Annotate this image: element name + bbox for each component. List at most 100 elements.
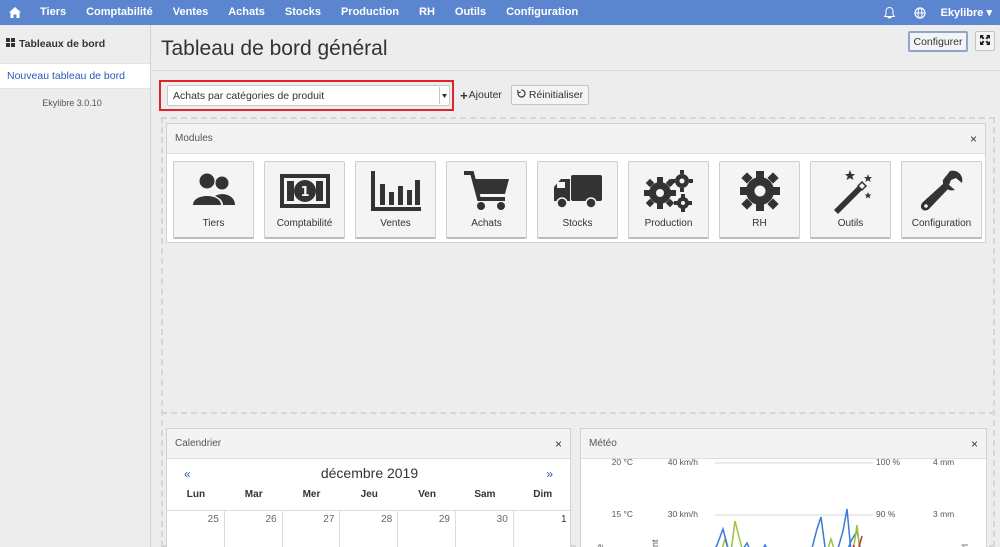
sidebar: Tableaux de bord Nouveau tableau de bord…	[0, 25, 151, 547]
module-label: Stocks	[562, 218, 593, 229]
svg-text:1: 1	[300, 185, 309, 200]
banknote-icon: 1	[279, 164, 331, 218]
modules-close-icon[interactable]: ×	[970, 133, 977, 145]
module-label: Comptabilité	[276, 218, 333, 229]
menu-rh[interactable]: RH	[409, 0, 445, 25]
module-outils[interactable]: Outils	[810, 161, 891, 239]
calendar-day-cell[interactable]: 29	[398, 511, 456, 547]
modules-header[interactable]: Modules ×	[167, 124, 985, 154]
weekday: Ven	[418, 489, 436, 500]
bell-icon[interactable]	[875, 0, 905, 25]
bar-chart-icon	[370, 164, 422, 218]
users-icon	[191, 164, 237, 218]
module-label: Production	[644, 218, 693, 229]
calendar-day-cell[interactable]: 25	[167, 511, 225, 547]
modules-title: Modules	[175, 133, 213, 144]
meteo-humidity-tick: 100 %	[876, 459, 901, 467]
calendar-header[interactable]: Calendrier ×	[167, 429, 570, 459]
cart-icon	[463, 164, 511, 218]
meteo-rain-tick: 4 mm	[933, 459, 954, 467]
module-label: RH	[752, 218, 767, 229]
reset-button[interactable]: Réinitialiser	[511, 85, 589, 105]
expand-icon	[980, 34, 990, 48]
calendar-day-cell[interactable]: 26	[225, 511, 283, 547]
meteo-series-line	[730, 520, 743, 547]
meteo-close-icon[interactable]: ×	[971, 438, 978, 450]
calendar-next-month[interactable]: »	[546, 467, 553, 481]
meteo-series-line	[714, 526, 729, 547]
app-version: Ekylibre 3.0.10	[42, 98, 102, 108]
add-button[interactable]: + Ajouter	[455, 85, 507, 105]
menu-ventes[interactable]: Ventes	[163, 0, 218, 25]
dashboard-row-separator	[161, 412, 995, 414]
menu-outils[interactable]: Outils	[445, 0, 496, 25]
cell-type-select[interactable]: Achats par catégories de produit	[167, 85, 450, 106]
globe-icon[interactable]	[905, 0, 935, 25]
calendar-day-cell[interactable]: 1	[514, 511, 572, 547]
module-stocks[interactable]: Stocks	[537, 161, 618, 239]
menu-achats[interactable]: Achats	[218, 0, 275, 25]
truck-icon	[553, 164, 603, 218]
module-label: Ventes	[380, 218, 411, 229]
user-menu[interactable]: Ekylibre ▾	[935, 6, 1000, 19]
meteo-temp-tick: 20 °C	[612, 459, 633, 467]
module-achats[interactable]: Achats	[446, 161, 527, 239]
module-rh[interactable]: RH	[719, 161, 800, 239]
meteo-header[interactable]: Météo ×	[581, 429, 986, 459]
module-label: Tiers	[202, 218, 225, 229]
configure-button[interactable]: Configurer	[908, 31, 968, 52]
select-caret-icon	[439, 87, 448, 104]
menu-stocks[interactable]: Stocks	[275, 0, 331, 25]
weekday: Mer	[302, 489, 321, 500]
menu-comptabilite[interactable]: Comptabilité	[76, 0, 163, 25]
navbar-right: Ekylibre ▾	[875, 0, 1000, 25]
calendar-day-cell[interactable]: 27	[283, 511, 341, 547]
top-navbar: Tiers Comptabilité Ventes Achats Stocks …	[0, 0, 1000, 25]
calendar-month-title: décembre 2019	[320, 465, 419, 481]
meteo-wind-tick: 30 km/h	[668, 509, 699, 519]
page-title: Tableau de bord général	[161, 37, 388, 60]
title-divider	[152, 70, 1000, 71]
reset-icon	[516, 89, 526, 101]
module-ventes[interactable]: Ventes	[355, 161, 436, 239]
meteo-series-line	[743, 541, 768, 547]
weekday: Lun	[186, 489, 206, 500]
meteo-title: Météo	[589, 438, 617, 449]
module-comptabilite[interactable]: 1 Comptabilité	[264, 161, 345, 239]
menu-production[interactable]: Production	[331, 0, 409, 25]
sidebar-header: Tableaux de bord	[0, 25, 150, 63]
main-content: Tableau de bord général Configurer Achat…	[152, 25, 1000, 547]
calendar-weekdays: Lun Mar Mer Jeu Ven Sam Dim	[167, 489, 572, 500]
home-icon[interactable]	[0, 0, 30, 25]
meteo-temp-tick: 15 °C	[612, 509, 633, 519]
dashboard-grid-icon	[6, 38, 15, 50]
user-name: Ekylibre	[940, 7, 984, 19]
magic-wand-icon	[828, 164, 874, 218]
module-configuration[interactable]: Configuration	[901, 161, 982, 239]
module-production[interactable]: Production	[628, 161, 709, 239]
meteo-panel: Météo × 20 °C 15 °C 40 km/h 30 km/h 100 …	[580, 428, 987, 547]
sidebar-header-label: Tableaux de bord	[19, 38, 106, 50]
module-label: Outils	[837, 218, 864, 229]
weekday: Dim	[533, 489, 553, 500]
select-value: Achats par catégories de produit	[173, 89, 325, 102]
module-label: Achats	[471, 218, 502, 229]
meteo-series-line	[827, 536, 835, 547]
meteo-axis-title: ent	[650, 539, 660, 547]
caret-down-icon: ▾	[986, 7, 992, 19]
modules-panel: Modules × Tiers 1 Comptabilité Ventes Ac…	[166, 123, 986, 243]
calendar-panel: Calendrier × « décembre 2019 » Lun Mar M…	[166, 428, 572, 547]
menu-tiers[interactable]: Tiers	[30, 0, 76, 25]
menu-configuration[interactable]: Configuration	[496, 0, 588, 25]
calendar-day-cell[interactable]: 28	[340, 511, 399, 547]
sidebar-item-new-dashboard[interactable]: Nouveau tableau de bord	[0, 63, 150, 89]
calendar-day-cell[interactable]: 30	[456, 511, 514, 547]
gear-icon	[739, 164, 781, 218]
module-tiers[interactable]: Tiers	[173, 161, 254, 239]
meteo-humidity-tick: 90 %	[876, 509, 896, 519]
fullscreen-button[interactable]	[975, 31, 995, 51]
modules-grid: Tiers 1 Comptabilité Ventes Achats Stock…	[173, 161, 992, 239]
weekday: Jeu	[360, 489, 378, 500]
meteo-series-line	[811, 516, 826, 547]
calendar-close-icon[interactable]: ×	[555, 438, 562, 450]
